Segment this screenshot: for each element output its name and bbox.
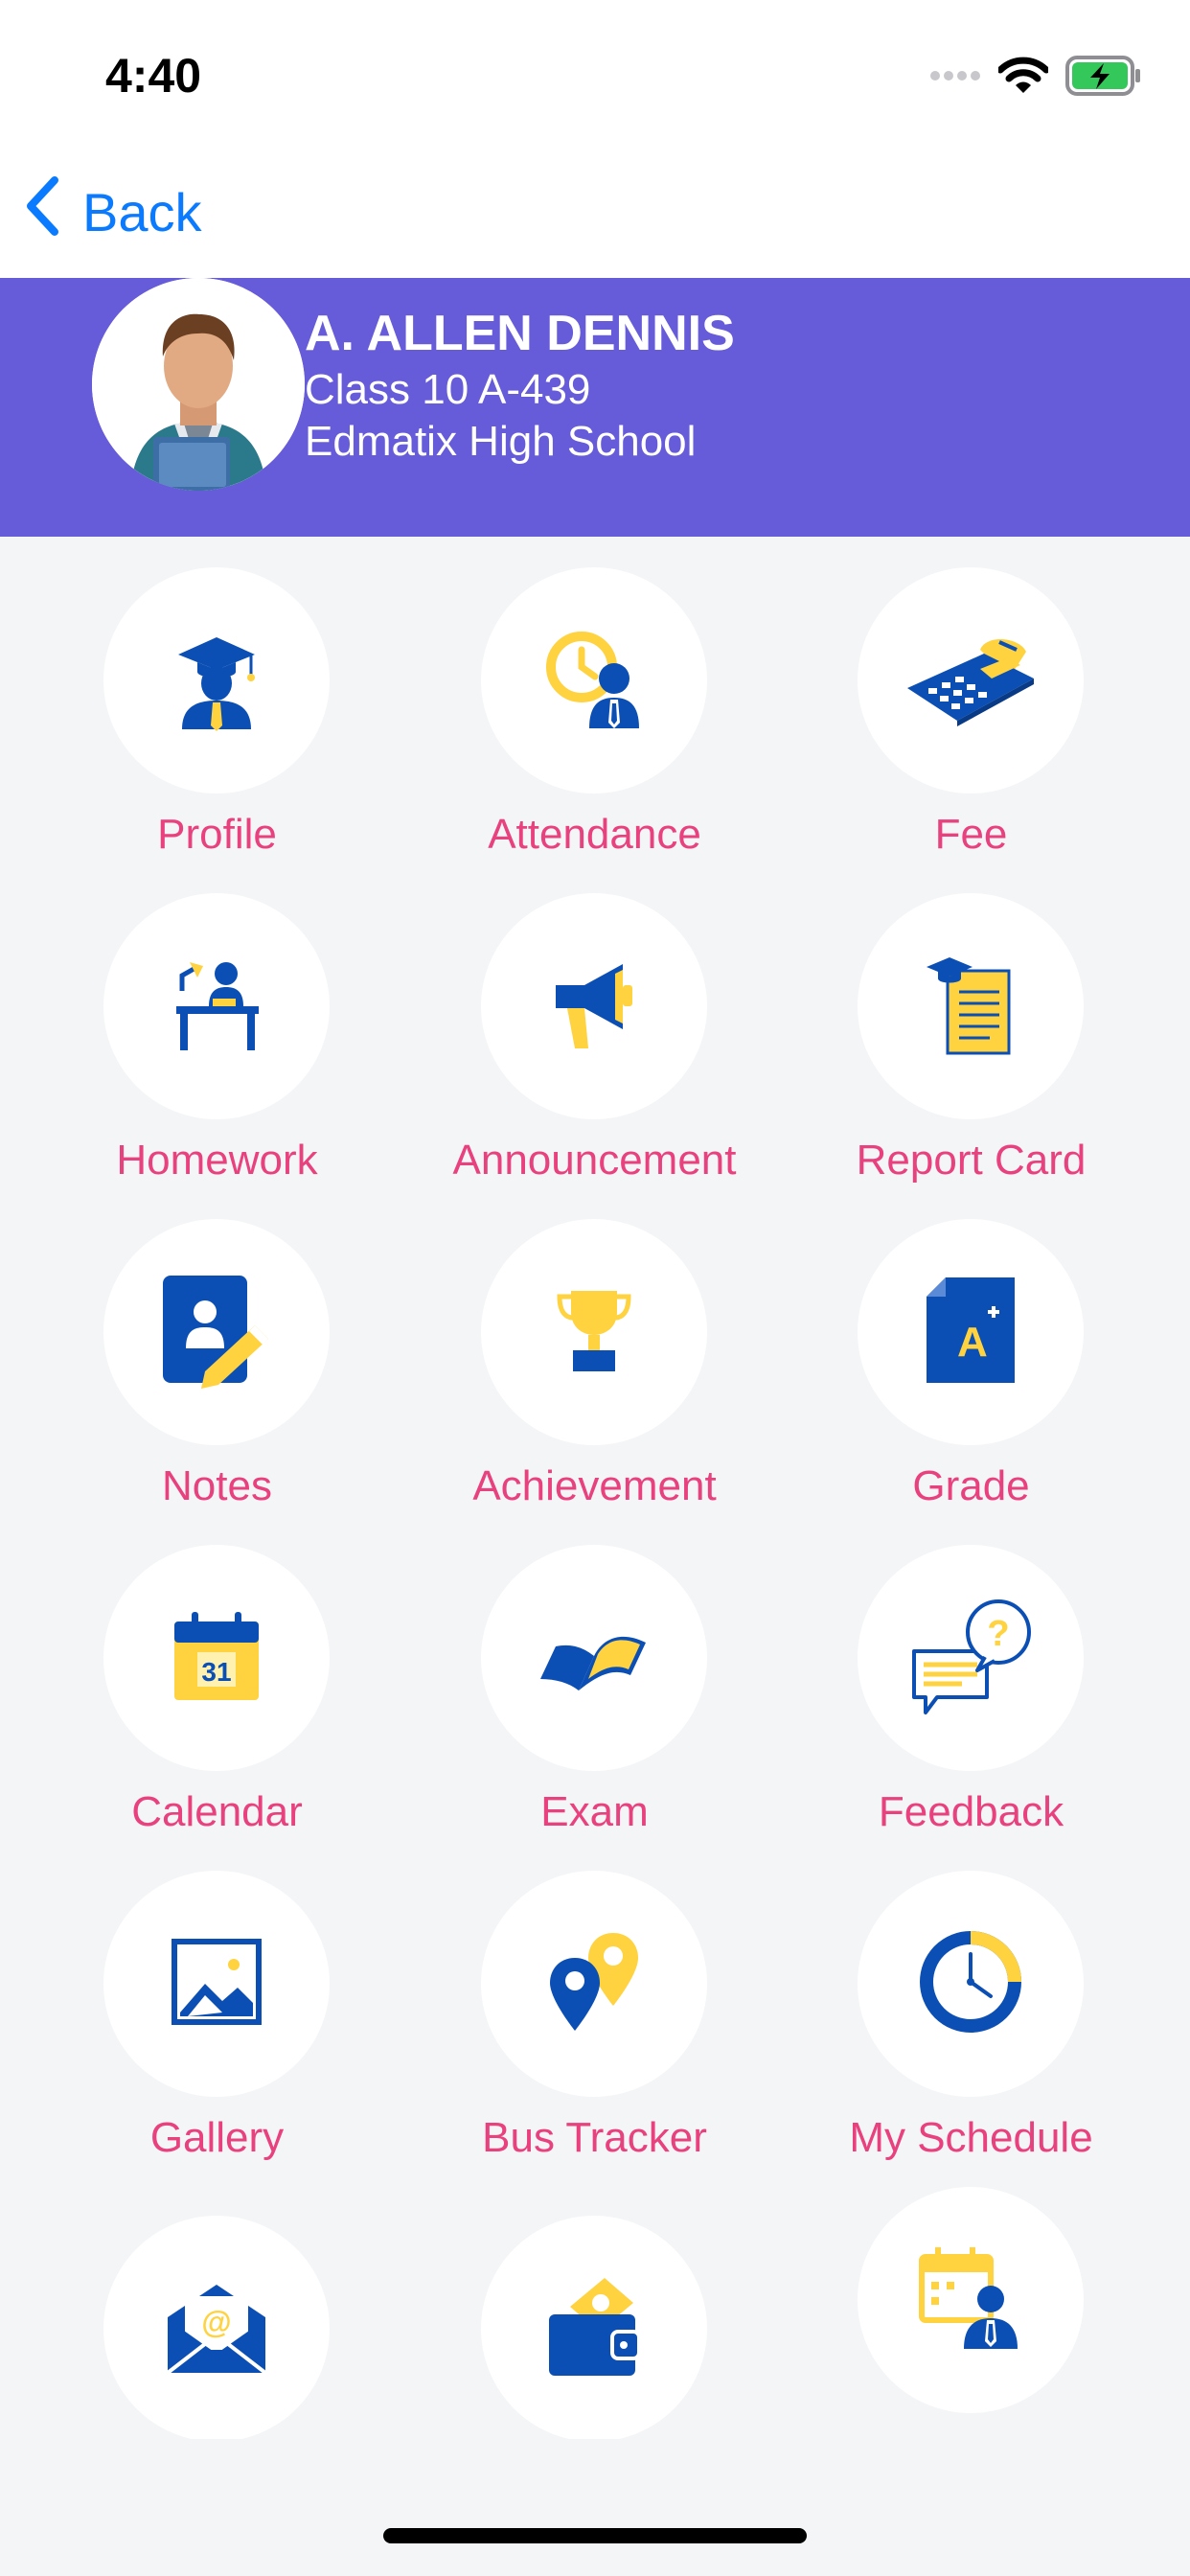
menu-icon-circle [481, 1871, 707, 2097]
menu-item-my-schedule[interactable]: My Schedule [783, 1840, 1159, 2161]
menu-item-label: My Schedule [849, 2114, 1093, 2161]
menu-item-gallery[interactable]: Gallery [29, 1840, 405, 2161]
battery-charging-icon [1065, 55, 1142, 101]
menu-item-label: Notes [162, 1462, 272, 1509]
status-time: 4:40 [105, 49, 202, 103]
mail-envelope-icon: @ [164, 2279, 269, 2380]
open-book-icon [537, 1618, 652, 1699]
mail-at-sign: @ [201, 2305, 231, 2339]
menu-item-label: Report Card [856, 1137, 1087, 1184]
menu-item-label: Exam [540, 1788, 649, 1835]
menu-item-feedback[interactable]: ? Feedback [783, 1514, 1159, 1835]
menu-icon-circle: A [858, 1219, 1084, 1445]
student-desk-icon [169, 956, 264, 1057]
student-header: A. ALLEN DENNIS Class 10 A-439 Edmatix H… [0, 278, 1190, 537]
menu-item-achievement[interactable]: Achievement [406, 1188, 783, 1509]
report-card-icon [923, 952, 1018, 1062]
menu-icon-circle: 31 [103, 1545, 330, 1771]
menu-item-wallet[interactable] [406, 2185, 783, 2439]
wifi-icon [996, 57, 1050, 100]
wallet-icon [541, 2274, 647, 2384]
menu-icon-circle [858, 2187, 1084, 2413]
menu-item-grade[interactable]: A Grade [783, 1188, 1159, 1509]
menu-item-mail[interactable]: @ [29, 2185, 405, 2439]
calendar-day: 31 [201, 1657, 231, 1687]
clock-schedule-icon [918, 1929, 1023, 2039]
status-bar: 4:40 [0, 0, 1190, 144]
menu-item-exam[interactable]: Exam [406, 1514, 783, 1835]
menu-item-label: Achievement [472, 1462, 717, 1509]
menu-item-label: Feedback [878, 1788, 1064, 1835]
feedback-question-mark: ? [987, 1614, 1009, 1654]
menu-grid: Profile Attendance Fee Homework Announce… [0, 537, 1190, 2439]
menu-item-attendance[interactable]: Attendance [406, 537, 783, 858]
graduate-icon [169, 626, 264, 736]
menu-item-profile[interactable]: Profile [29, 537, 405, 858]
menu-item-announcement[interactable]: Announcement [406, 862, 783, 1184]
cellular-signal-icon [929, 68, 981, 88]
menu-icon-circle [481, 2216, 707, 2439]
menu-icon-circle [103, 567, 330, 794]
menu-item-teacher-schedule[interactable] [783, 2156, 1159, 2439]
back-button[interactable]: Back [25, 175, 202, 248]
menu-icon-circle: @ [103, 2216, 330, 2439]
menu-item-label: Gallery [149, 2114, 285, 2161]
student-name: A. ALLEN DENNIS [305, 306, 735, 361]
feedback-chat-icon: ? [908, 1594, 1033, 1723]
teacher-calendar-icon [918, 2245, 1023, 2356]
menu-item-label: Calendar [131, 1788, 303, 1835]
status-icons [929, 54, 1142, 102]
image-gallery-icon [169, 1936, 264, 2033]
navigation-bar: Back [0, 144, 1190, 278]
menu-item-label: Grade [912, 1462, 1030, 1509]
calculator-icon [904, 631, 1038, 731]
menu-item-notes[interactable]: Notes [29, 1188, 405, 1509]
menu-item-label: Bus Tracker [482, 2114, 707, 2161]
notes-pencil-icon [159, 1272, 274, 1393]
menu-item-fee[interactable]: Fee [783, 537, 1159, 858]
back-label: Back [82, 181, 202, 242]
menu-icon-circle: ? [858, 1545, 1084, 1771]
menu-item-report-card[interactable]: Report Card [783, 862, 1159, 1184]
menu-icon-circle [481, 1545, 707, 1771]
menu-item-label: Fee [934, 811, 1008, 858]
student-school: Edmatix High School [305, 418, 697, 465]
menu-icon-circle [481, 567, 707, 794]
menu-icon-circle [103, 1871, 330, 2097]
megaphone-icon [546, 956, 642, 1057]
menu-icon-circle [103, 893, 330, 1119]
menu-item-homework[interactable]: Homework [29, 862, 405, 1184]
menu-icon-circle [481, 1219, 707, 1445]
menu-item-bus-tracker[interactable]: Bus Tracker [406, 1840, 783, 2161]
menu-item-label: Announcement [452, 1137, 737, 1184]
chevron-left-icon [25, 175, 59, 248]
menu-icon-circle [858, 567, 1084, 794]
menu-icon-circle [858, 893, 1084, 1119]
menu-icon-circle [858, 1871, 1084, 2097]
grade-letter: A [957, 1319, 988, 1366]
student-avatar[interactable] [92, 278, 305, 491]
menu-item-label: Profile [157, 811, 277, 858]
menu-item-calendar[interactable]: 31 Calendar [29, 1514, 405, 1835]
student-class: Class 10 A-439 [305, 366, 591, 413]
map-pins-icon [546, 1929, 642, 2039]
trophy-icon [556, 1287, 632, 1378]
calendar-icon: 31 [169, 1608, 264, 1709]
menu-icon-circle [103, 1219, 330, 1445]
menu-icon-circle [481, 893, 707, 1119]
attendance-clock-icon [541, 629, 647, 733]
menu-item-label: Homework [116, 1137, 318, 1184]
grade-a-plus-icon: A [923, 1274, 1018, 1392]
menu-item-label: Attendance [488, 811, 701, 858]
home-indicator[interactable] [383, 2528, 807, 2543]
